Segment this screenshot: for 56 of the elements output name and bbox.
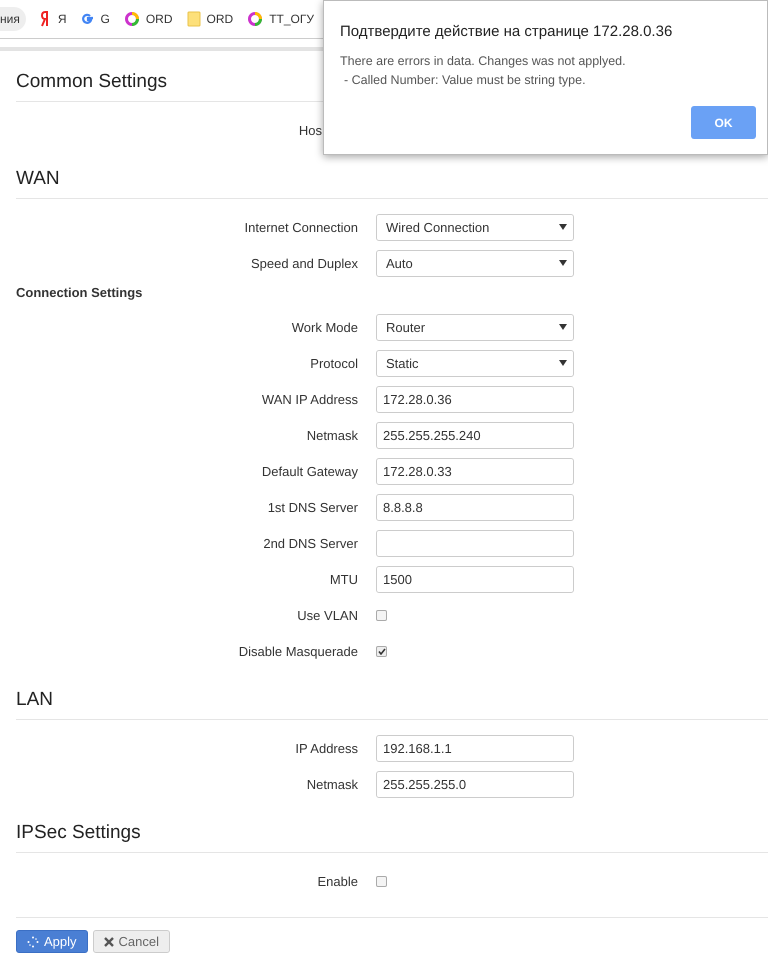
input-field[interactable]: 255.255.255.0 <box>376 770 574 798</box>
dropdown[interactable]: Auto <box>376 250 574 276</box>
field-label: Work Mode <box>290 320 358 334</box>
field-label: Netmask <box>306 776 358 792</box>
field-label: WAN IP Address <box>260 392 358 406</box>
dialog-message: - Called Number: Value must be string type. <box>343 72 587 89</box>
bookmark-label[interactable]: G <box>100 12 110 26</box>
ring-icon <box>124 11 140 27</box>
caret-icon <box>559 224 567 230</box>
input-field[interactable]: 8.8.8.8 <box>376 494 574 520</box>
bookmark-label[interactable]: ORD <box>206 12 234 26</box>
bookmark-label[interactable]: TT_ОГУ <box>269 12 314 26</box>
dropdown[interactable]: Static <box>376 350 574 376</box>
input-field[interactable]: 255.255.255.240 <box>376 422 574 448</box>
input-field[interactable]: 172.28.0.36 <box>376 386 574 412</box>
field-label: IP Address <box>294 740 358 756</box>
field-label: Disable Masquerade <box>238 644 358 658</box>
field-label: Protocol <box>309 356 358 370</box>
input-field[interactable] <box>376 530 574 556</box>
input-field[interactable]: 192.168.1.1 <box>376 734 574 762</box>
field-label: MTU <box>328 572 358 586</box>
input-field[interactable]: 172.28.0.33 <box>376 458 574 484</box>
checkbox[interactable] <box>376 646 387 656</box>
checkbox[interactable] <box>376 876 387 886</box>
bookmark-chip[interactable]: ния <box>0 7 26 31</box>
caret-icon <box>559 260 567 266</box>
note-icon <box>186 11 201 27</box>
field-label: Hos <box>298 122 322 138</box>
section-heading: IPSec Settings <box>16 822 768 853</box>
spinner-icon <box>27 936 39 948</box>
dialog-title: Подтвердите действие на странице 172.28.0.36 <box>340 23 674 40</box>
field-label: Internet Connection <box>244 220 358 234</box>
action-button[interactable]: Apply <box>16 930 88 953</box>
dropdown[interactable]: Router <box>376 314 574 340</box>
close-icon <box>104 936 114 946</box>
dropdown[interactable]: Wired Connection <box>376 214 574 240</box>
field-label: Use VLAN <box>296 608 358 622</box>
action-button[interactable]: Cancel <box>92 930 170 953</box>
field-label: Default Gateway <box>260 464 358 478</box>
bookmark-label[interactable]: Я <box>58 12 66 26</box>
caret-icon <box>559 360 567 366</box>
letter-logo-icon <box>80 12 94 26</box>
bookmark-label[interactable]: ORD <box>146 12 173 26</box>
section-heading: LAN <box>16 689 768 720</box>
caret-icon <box>559 324 567 330</box>
dialog-message: There are errors in data. Changes was not applyed. <box>340 53 627 70</box>
input-field[interactable]: 1500 <box>376 566 574 592</box>
field-label: Netmask <box>306 428 358 442</box>
field-label: 1st DNS Server <box>266 500 358 514</box>
field-label: 2nd DNS Server <box>262 536 358 550</box>
field-label: Enable <box>316 874 358 888</box>
section-heading: WAN <box>16 168 768 199</box>
ring-icon <box>247 11 264 27</box>
field-label: Speed and Duplex <box>250 256 358 270</box>
subsection-heading: Connection Settings <box>16 284 144 302</box>
checkbox[interactable] <box>376 610 387 620</box>
